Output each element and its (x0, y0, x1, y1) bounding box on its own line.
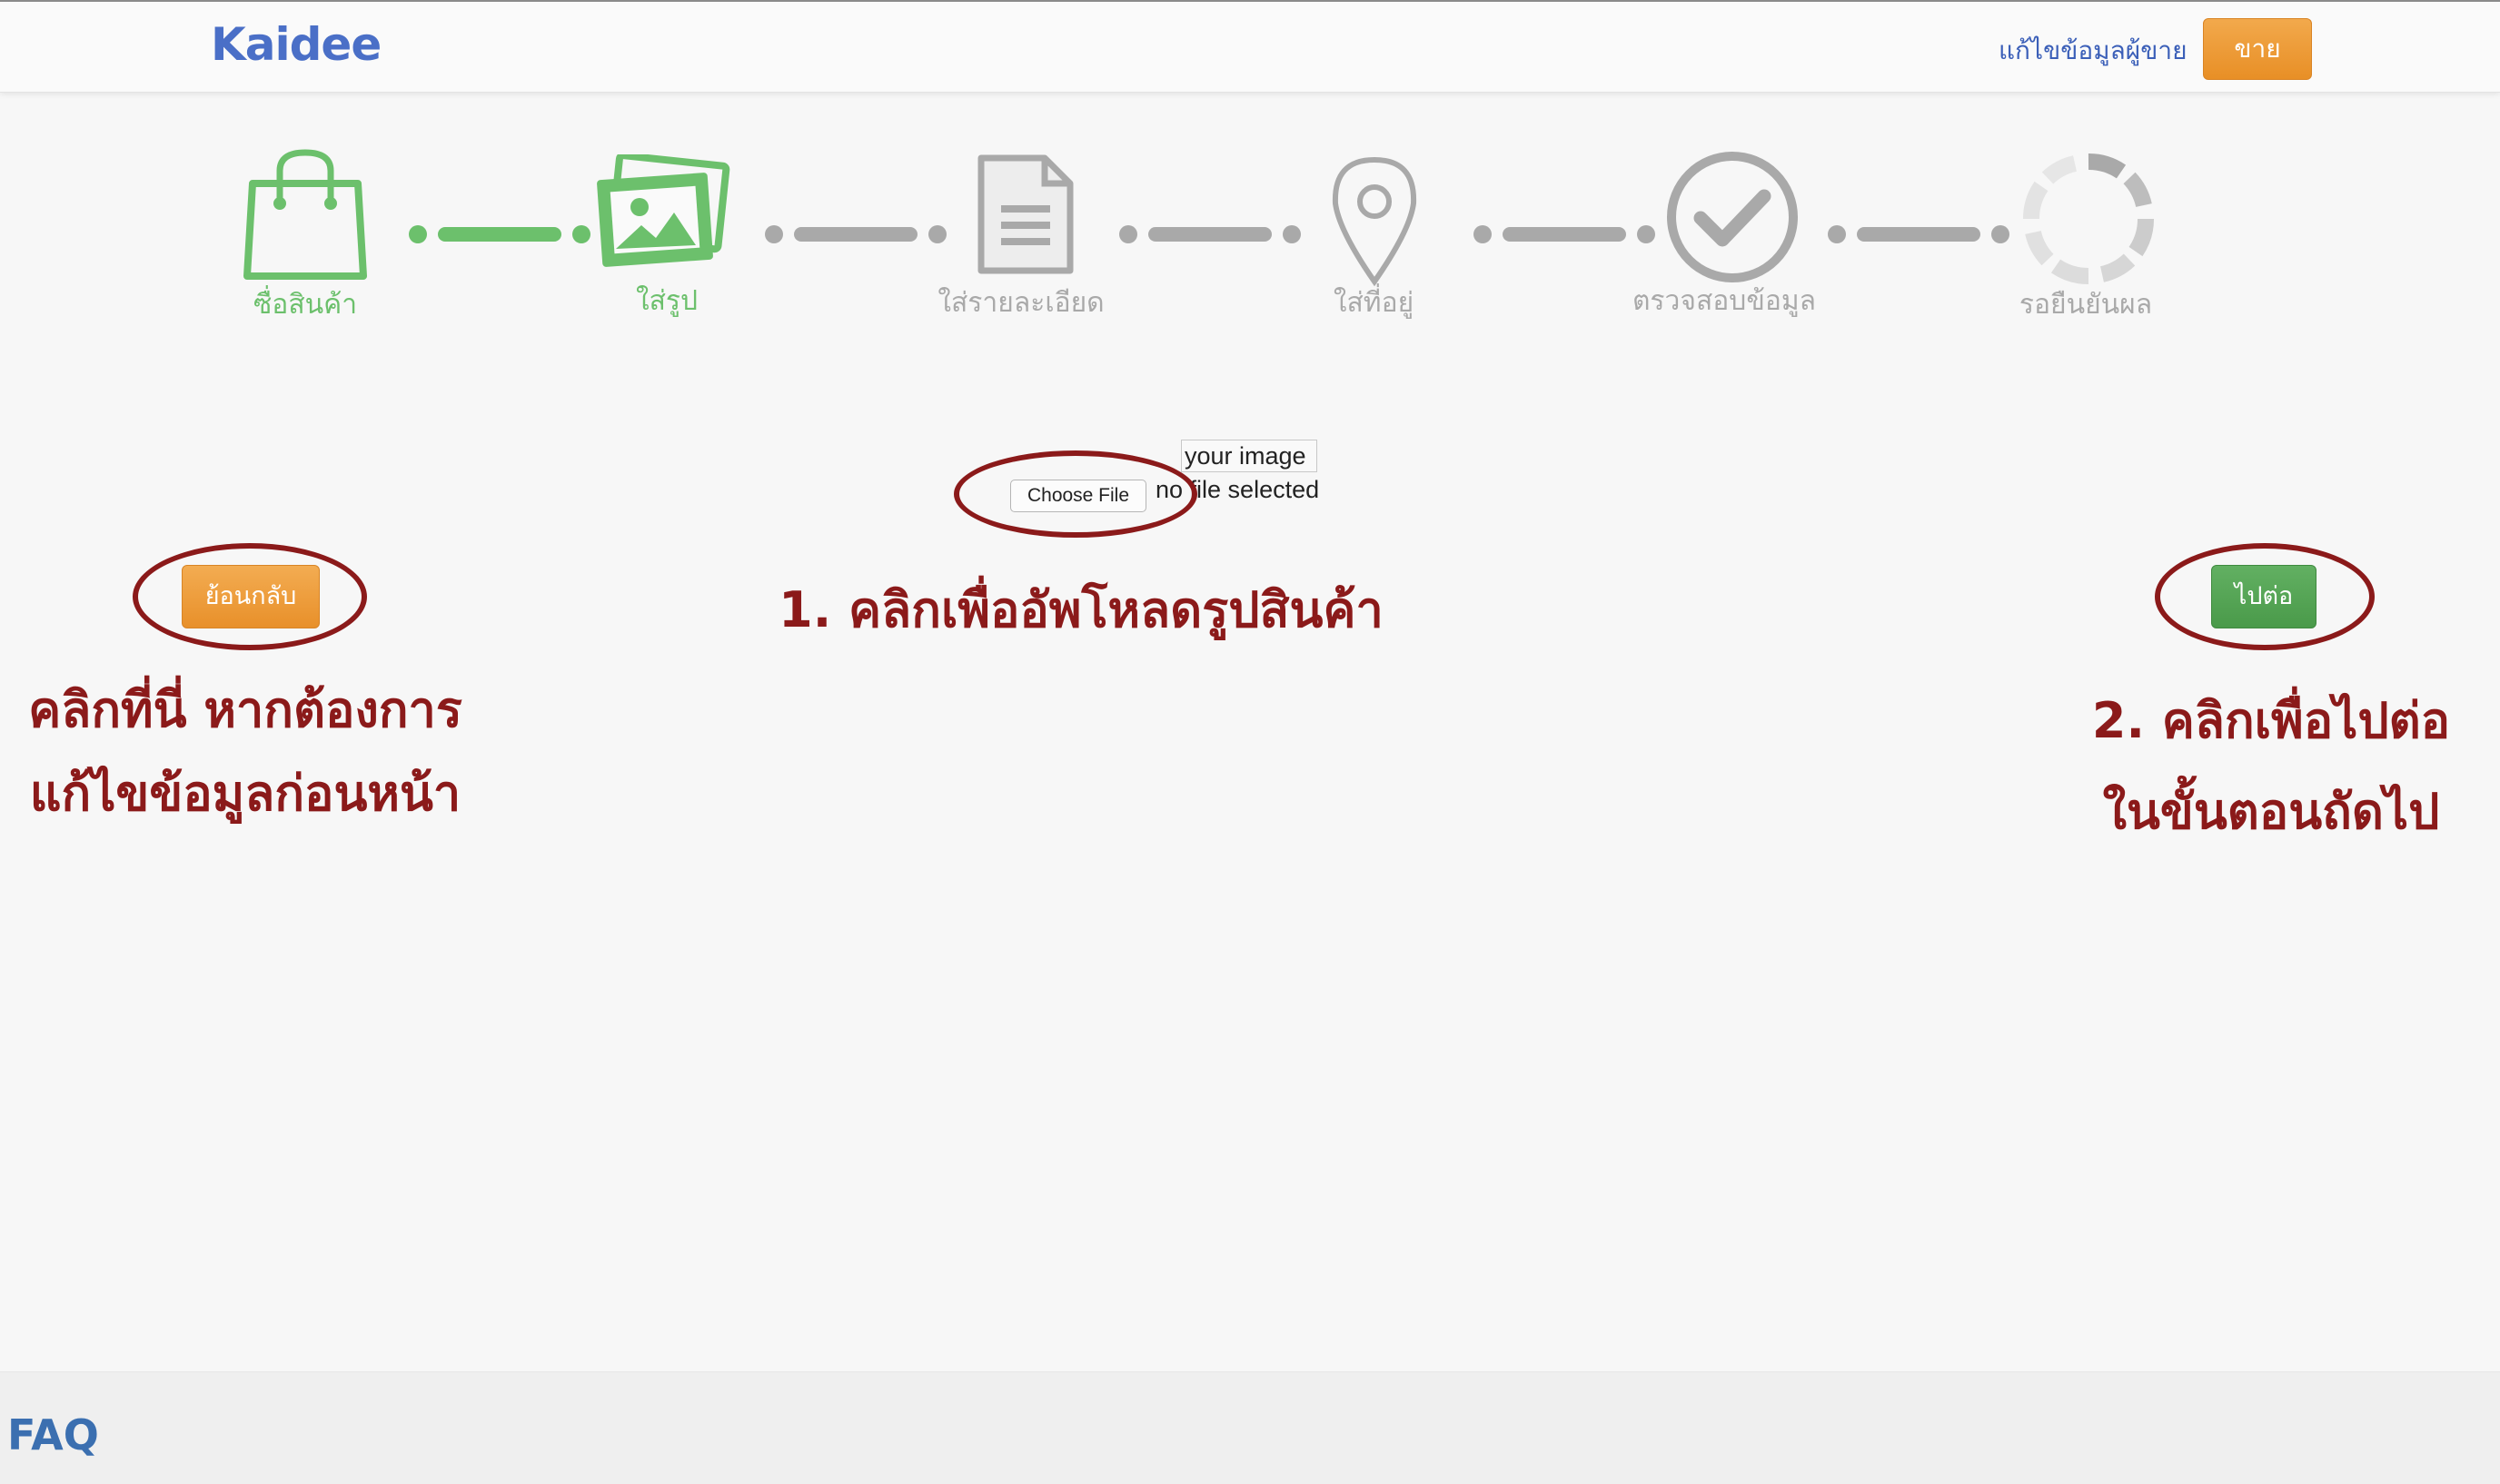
edit-seller-info-link[interactable]: แก้ไขข้อมูลผู้ขาย (1999, 31, 2187, 71)
footer: FAQ (0, 1371, 2500, 1484)
step-label-4: ใส่ที่อยู่ (1333, 287, 1414, 319)
back-instruction-line-2: แก้ไขข้อมูลก่อนหน้า (29, 765, 461, 822)
choose-file-button[interactable]: Choose File (1010, 480, 1146, 512)
photos-icon (597, 154, 730, 267)
upload-instruction-text: 1. คลิกเพื่ออัพโหลดรูปสินค้า (779, 581, 1384, 638)
step-label-6: รอยืนยันผล (2019, 289, 2153, 321)
back-button[interactable]: ย้อนกลับ (182, 565, 320, 628)
step-label-2: ใส่รูป (635, 285, 699, 317)
step-connector-3 (1119, 225, 1301, 243)
shopping-bag-icon (243, 149, 367, 280)
document-icon (977, 154, 1074, 274)
page: Kaidee แก้ไขข้อมูลผู้ขาย ขาย ซื่อสินค้า … (0, 0, 2500, 1484)
loading-spinner-icon (2022, 153, 2155, 285)
step-connector-2 (765, 225, 947, 243)
location-pin-icon (1332, 156, 1417, 287)
step-connector-1 (409, 225, 590, 243)
next-instruction-line-1: 2. คลิกเพื่อไปต่อ (2091, 692, 2451, 749)
step-label-3: ใส่รายละเอียด (938, 287, 1105, 319)
image-preview-alt-text: your image (1181, 440, 1317, 472)
checkmark-circle-icon (1667, 152, 1798, 282)
next-button[interactable]: ไปต่อ (2211, 565, 2316, 628)
step-label-1: ซื่อสินค้า (253, 289, 358, 321)
step-connector-4 (1473, 225, 1655, 243)
top-navbar: Kaidee แก้ไขข้อมูลผู้ขาย ขาย (0, 0, 2500, 93)
file-status-text: no file selected (1156, 476, 1320, 503)
next-instruction-line-2: ในขั้นตอนถัดไป (2102, 783, 2440, 840)
faq-link[interactable]: FAQ (7, 1410, 99, 1459)
back-instruction-line-1: คลิกที่นี่ หากต้องการ (28, 681, 462, 738)
step-label-5: ตรวจสอบข้อมูล (1632, 285, 1817, 317)
sell-button[interactable]: ขาย (2203, 18, 2312, 80)
step-connector-5 (1828, 225, 2009, 243)
kaidee-logo[interactable]: Kaidee (211, 18, 382, 71)
